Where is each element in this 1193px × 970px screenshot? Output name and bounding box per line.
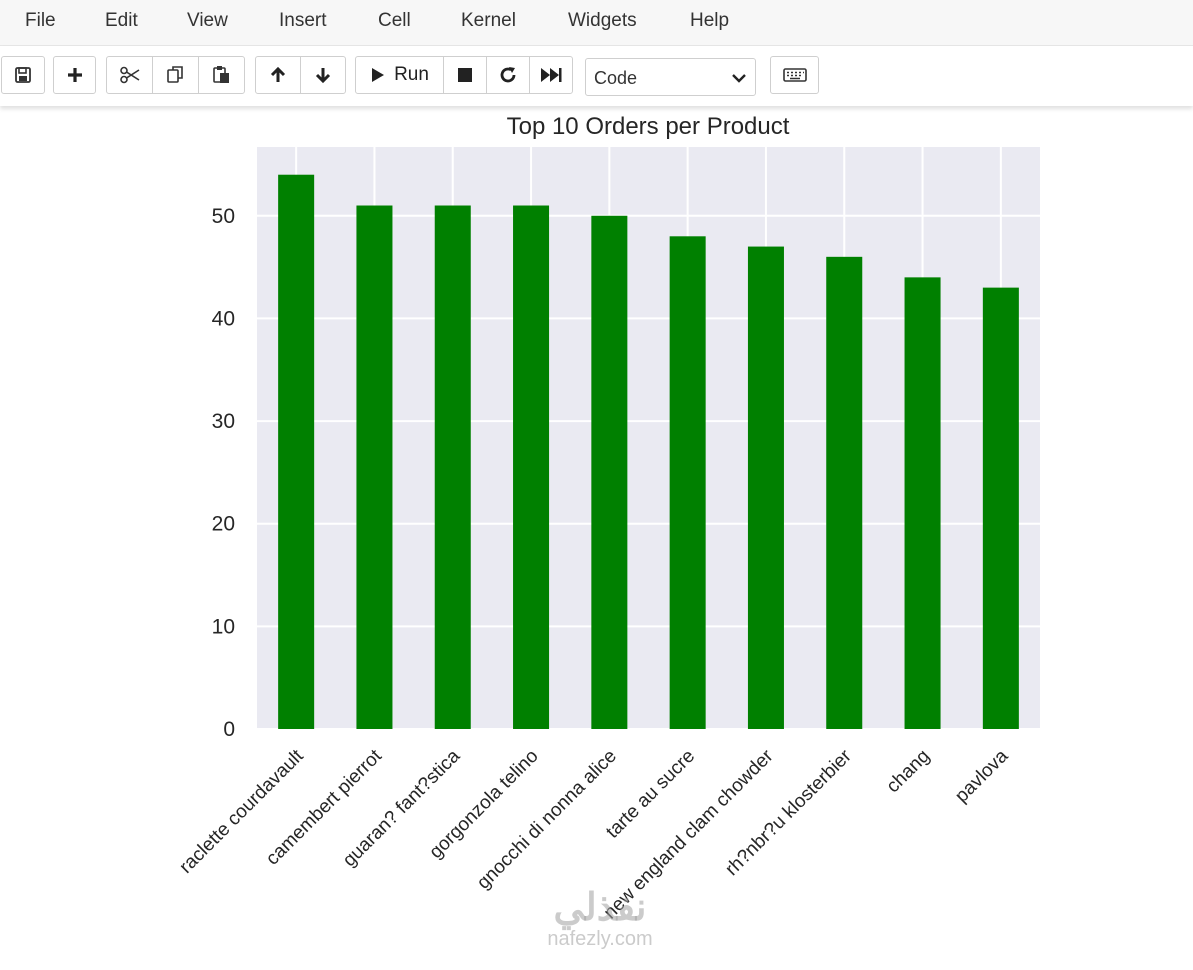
output-area: Top 10 Orders per Product 0 10 20 30 40 50 rac… (0, 106, 1193, 970)
y-tick-label: 30 (212, 410, 235, 433)
play-icon (370, 66, 386, 84)
run-all-button[interactable] (529, 56, 573, 94)
menu-view[interactable]: View (187, 10, 228, 32)
clipboard-group (106, 56, 245, 94)
save-group (1, 56, 45, 94)
chart-title: Top 10 Orders per Product (507, 113, 790, 140)
fast-forward-icon (540, 67, 562, 83)
menu-edit[interactable]: Edit (105, 10, 138, 32)
arrow-up-icon (269, 66, 287, 84)
x-tick-label: pavlova (951, 745, 1012, 806)
move-group (255, 56, 346, 94)
y-tick-label: 20 (212, 513, 235, 536)
menu-kernel[interactable]: Kernel (461, 10, 516, 32)
move-down-button[interactable] (300, 56, 346, 94)
bar (356, 205, 393, 729)
menu-help[interactable]: Help (690, 10, 729, 32)
bar (904, 277, 941, 729)
copy-icon (166, 65, 186, 85)
restart-button[interactable] (486, 56, 530, 94)
bar (513, 205, 550, 729)
keyboard-icon (782, 68, 807, 82)
bar-chart: Top 10 Orders per Product 01020304050rac… (176, 113, 1040, 923)
y-tick-label: 10 (212, 615, 235, 638)
insert-cell-button[interactable] (53, 56, 96, 94)
insert-group (53, 56, 96, 94)
bar (434, 205, 471, 729)
bar (591, 215, 628, 730)
scissors-icon (119, 66, 141, 84)
run-button[interactable]: Run (355, 56, 444, 94)
y-tick-label: 50 (212, 205, 235, 228)
menu-widgets[interactable]: Widgets (568, 10, 637, 32)
x-tick-label: gnocchi di nonna alice (473, 746, 621, 894)
cell-type-select[interactable]: Code (585, 58, 756, 96)
bar (278, 174, 315, 729)
menu-insert[interactable]: Insert (279, 10, 327, 32)
y-tick-label: 40 (212, 307, 235, 330)
bar (747, 246, 784, 729)
bar (982, 287, 1019, 729)
arrow-down-icon (314, 66, 332, 84)
stop-icon (457, 67, 473, 83)
command-palette-button[interactable] (770, 56, 819, 94)
menu-cell[interactable]: Cell (378, 10, 411, 32)
x-tick-label: chang (883, 746, 934, 797)
cut-button[interactable] (106, 56, 153, 94)
interrupt-button[interactable] (443, 56, 487, 94)
move-up-button[interactable] (255, 56, 301, 94)
floppy-disk-icon (14, 66, 32, 84)
plus-icon (66, 66, 84, 84)
y-tick-label: 0 (223, 718, 235, 741)
bar (826, 256, 863, 729)
keyboard-group (770, 56, 819, 94)
paste-button[interactable] (198, 56, 245, 94)
menu-file[interactable]: File (25, 10, 56, 32)
copy-button[interactable] (152, 56, 199, 94)
paste-icon (212, 65, 232, 85)
restart-icon (498, 65, 518, 85)
bar (669, 236, 706, 730)
menu-bar: File Edit View Insert Cell Kernel Widget… (0, 0, 1193, 46)
run-label: Run (394, 64, 429, 85)
cell-type-value: Code (594, 68, 638, 88)
run-group: Run (355, 56, 573, 94)
save-button[interactable] (1, 56, 45, 94)
